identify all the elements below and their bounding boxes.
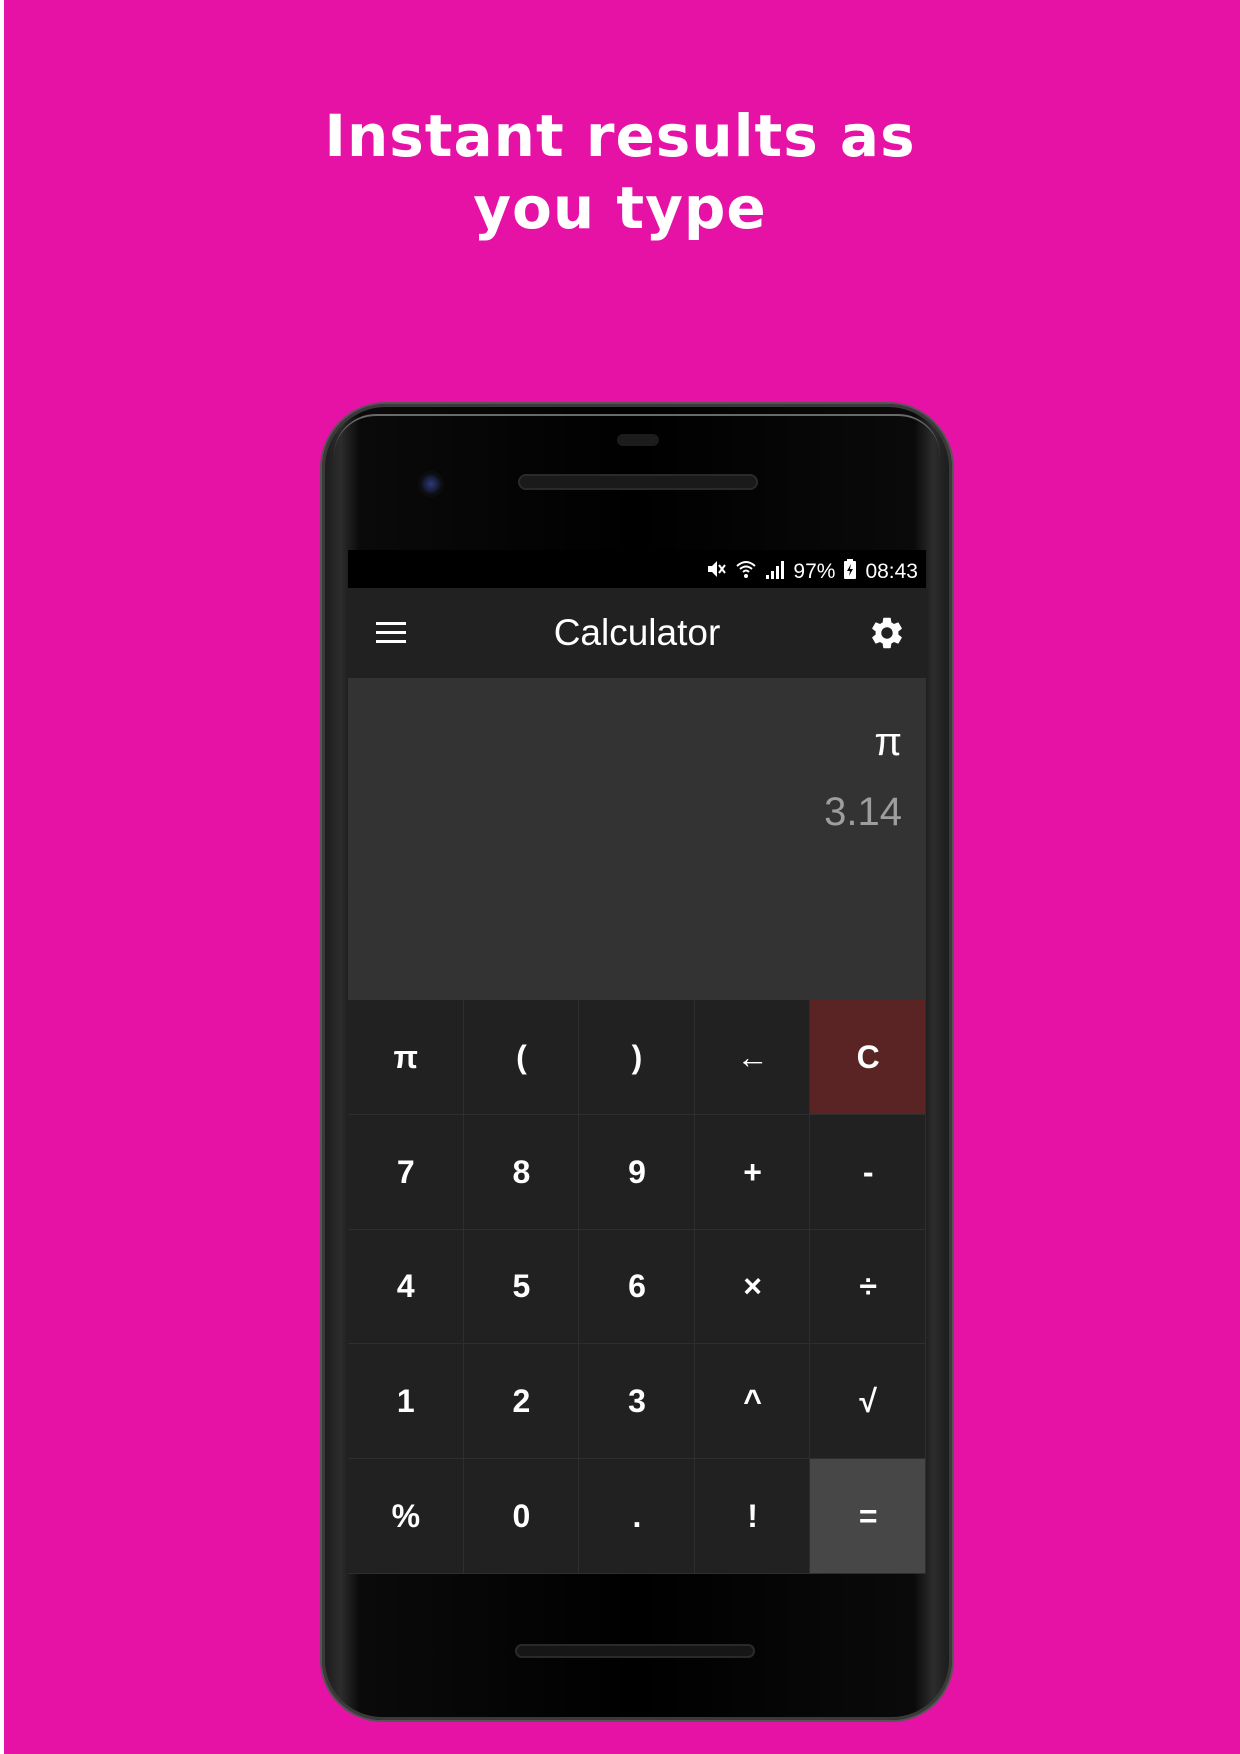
key-decimal[interactable]: . [579, 1459, 695, 1574]
key-2[interactable]: 2 [463, 1344, 580, 1460]
app-title: Calculator [553, 612, 721, 653]
signal-icon [765, 558, 785, 586]
key-percent[interactable]: % [348, 1459, 464, 1574]
key-9[interactable]: 9 [579, 1114, 695, 1230]
hamburger-menu-icon[interactable] [374, 616, 408, 650]
gear-icon[interactable] [868, 614, 906, 652]
battery-charging-icon [843, 558, 857, 586]
key-5[interactable]: 5 [463, 1229, 580, 1345]
phone-screen: 97% 08:43 Calculator π 3.14 π () ← C 7 … [348, 550, 926, 1574]
wifi-icon [735, 558, 757, 586]
key-7[interactable]: 7 [348, 1114, 464, 1230]
key-close-paren[interactable]: ) [579, 1000, 695, 1115]
key-4[interactable]: 4 [348, 1229, 464, 1345]
mute-icon [705, 558, 727, 586]
key-power[interactable]: ^ [694, 1344, 811, 1460]
key-pi[interactable]: π [348, 1000, 464, 1115]
clock-time: 08:43 [865, 560, 918, 583]
earpiece-slot [617, 434, 659, 446]
result-preview: 3.14 [824, 790, 902, 834]
status-bar: 97% 08:43 [348, 550, 926, 588]
key-backspace[interactable]: ← [694, 1000, 811, 1115]
app-toolbar: Calculator [348, 588, 926, 678]
key-factorial[interactable]: ! [694, 1459, 811, 1574]
front-camera [418, 471, 444, 497]
key-open-paren[interactable]: ( [463, 1000, 580, 1115]
phone-frame: 97% 08:43 Calculator π 3.14 π () ← C 7 … [322, 404, 952, 1720]
page-left-edge [0, 0, 4, 1754]
key-6[interactable]: 6 [579, 1229, 695, 1345]
front-speaker [518, 474, 758, 490]
key-divide[interactable]: ÷ [810, 1229, 926, 1345]
headline-line-2: you type [473, 174, 767, 242]
status-indicators: 97% 08:43 [705, 558, 918, 586]
key-sqrt[interactable]: √ [810, 1344, 926, 1460]
key-equals[interactable]: = [810, 1459, 926, 1574]
key-clear[interactable]: C [810, 1000, 926, 1115]
key-multiply[interactable]: × [694, 1229, 811, 1345]
key-8[interactable]: 8 [463, 1114, 580, 1230]
calculator-display: π 3.14 [348, 678, 926, 1000]
key-minus[interactable]: - [810, 1114, 926, 1230]
battery-percentage: 97% [793, 560, 836, 583]
key-plus[interactable]: + [694, 1114, 811, 1230]
keypad: π ( ) ← C 7 8 9 + - 4 5 6 × ÷ 1 2 3 ^ √ … [348, 1000, 926, 1574]
key-3[interactable]: 3 [579, 1344, 695, 1460]
key-1[interactable]: 1 [348, 1344, 464, 1460]
key-0[interactable]: 0 [463, 1459, 580, 1574]
bottom-speaker [515, 1644, 755, 1658]
expression-text: π [874, 720, 902, 764]
headline-line-1: Instant results as [324, 102, 916, 170]
promo-headline: Instant results as you type [0, 100, 1240, 244]
